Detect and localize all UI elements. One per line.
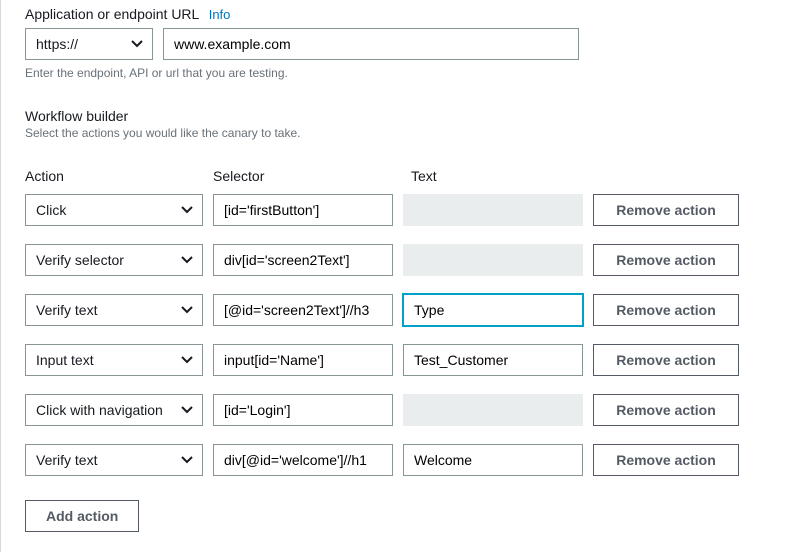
remove-action-button[interactable]: Remove action: [593, 344, 739, 376]
action-select[interactable]: Verify selector: [25, 244, 203, 276]
action-select-label: Verify text: [36, 452, 97, 468]
text-input-disabled: [403, 394, 583, 426]
workflow-row: Verify text Remove action: [25, 444, 787, 476]
action-select-label: Verify selector: [36, 252, 124, 268]
workflow-row: Click with navigation Remove action: [25, 394, 787, 426]
action-select[interactable]: Input text: [25, 344, 203, 376]
workflow-subtitle: Select the actions you would like the ca…: [25, 126, 787, 140]
action-select[interactable]: Verify text: [25, 444, 203, 476]
selector-input[interactable]: [213, 394, 393, 426]
workflow-title: Workflow builder: [25, 108, 787, 124]
action-select-label: Click: [36, 202, 66, 218]
action-select-label: Verify text: [36, 302, 97, 318]
workflow-row: Input text Remove action: [25, 344, 787, 376]
action-select-label: Input text: [36, 352, 94, 368]
workflow-row: Click Remove action: [25, 194, 787, 226]
action-select[interactable]: Click with navigation: [25, 394, 203, 426]
remove-action-button[interactable]: Remove action: [593, 294, 739, 326]
endpoint-hint: Enter the endpoint, API or url that you …: [25, 66, 787, 80]
add-action-button[interactable]: Add action: [25, 500, 139, 532]
remove-action-button[interactable]: Remove action: [593, 244, 739, 276]
selector-input[interactable]: [213, 344, 393, 376]
text-input[interactable]: [403, 444, 583, 476]
text-input[interactable]: [403, 294, 583, 326]
header-text: Text: [411, 168, 609, 184]
selector-input[interactable]: [213, 194, 393, 226]
selector-input[interactable]: [213, 244, 393, 276]
endpoint-url-label: Application or endpoint URL Info: [25, 6, 787, 22]
remove-action-button[interactable]: Remove action: [593, 394, 739, 426]
text-input-disabled: [403, 244, 583, 276]
workflow-row: Verify selector Remove action: [25, 244, 787, 276]
workflow-row: Verify text Remove action: [25, 294, 787, 326]
text-input[interactable]: [403, 344, 583, 376]
selector-input[interactable]: [213, 294, 393, 326]
selector-input[interactable]: [213, 444, 393, 476]
remove-action-button[interactable]: Remove action: [593, 194, 739, 226]
protocol-select[interactable]: https://: [25, 28, 153, 60]
text-input-disabled: [403, 194, 583, 226]
header-selector: Selector: [213, 168, 411, 184]
action-select-label: Click with navigation: [36, 402, 163, 418]
header-action: Action: [25, 168, 213, 184]
action-select[interactable]: Click: [25, 194, 203, 226]
remove-action-button[interactable]: Remove action: [593, 444, 739, 476]
action-select[interactable]: Verify text: [25, 294, 203, 326]
endpoint-url-input[interactable]: [163, 28, 579, 60]
info-link[interactable]: Info: [209, 7, 231, 22]
